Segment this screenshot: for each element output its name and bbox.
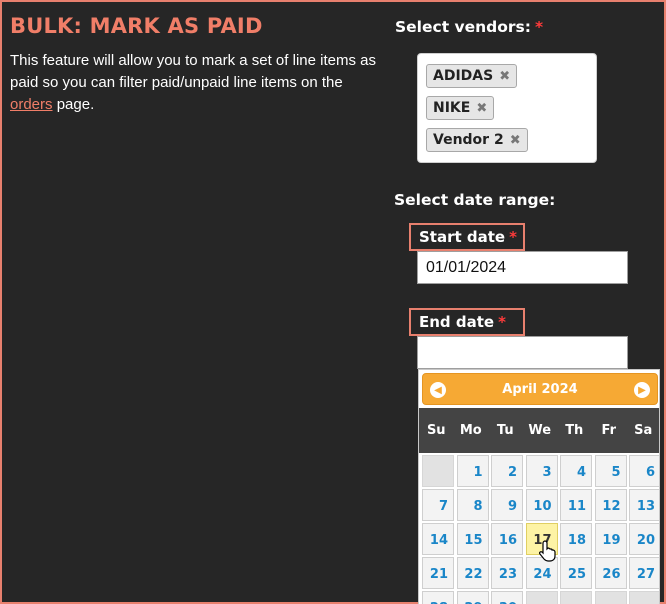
description-text-end: page. <box>52 96 95 113</box>
weekday-label: Mo <box>459 423 482 438</box>
feature-description: This feature will allow you to mark a se… <box>10 50 380 116</box>
end-date-input[interactable] <box>417 336 628 369</box>
vendor-chip-adidas: ADIDAS ✖ <box>426 64 518 88</box>
required-mark: * <box>534 18 544 36</box>
datepicker-header: ◀ April 2024 ▶ <box>422 373 658 405</box>
day-cell[interactable]: 6 <box>629 455 659 487</box>
datepicker: ◀ April 2024 ▶ Su Mo Tu We Th Fr Sa 1234… <box>418 369 660 604</box>
day-cell[interactable]: 22 <box>456 557 489 589</box>
day-cell[interactable]: 29 <box>456 591 489 604</box>
start-date-input[interactable]: 01/01/2024 <box>417 251 628 284</box>
day-cell[interactable]: 9 <box>491 489 523 521</box>
day-cell[interactable]: 12 <box>594 489 627 521</box>
day-cell[interactable]: 7 <box>422 489 454 521</box>
vendor-multiselect[interactable]: ADIDAS ✖ NIKE ✖ Vendor 2 ✖ <box>417 53 597 163</box>
day-cell[interactable]: 13 <box>629 489 659 521</box>
day-cell[interactable]: 1 <box>456 455 489 487</box>
orders-link[interactable]: orders <box>10 96 53 113</box>
end-date-label: End date * <box>409 308 525 336</box>
weekday-label: Fr <box>601 423 616 438</box>
day-cell[interactable]: 10 <box>525 489 558 521</box>
next-month-icon[interactable]: ▶ <box>634 382 650 398</box>
day-cell[interactable]: 5 <box>594 455 627 487</box>
day-cell-empty <box>525 591 558 604</box>
end-date-label-text: End date <box>419 313 495 331</box>
day-cell[interactable]: 23 <box>491 557 523 589</box>
day-cell[interactable]: 18 <box>560 523 592 555</box>
day-cell[interactable]: 30 <box>491 591 523 604</box>
day-cell[interactable]: 4 <box>560 455 592 487</box>
required-mark: * <box>498 313 506 331</box>
day-cell[interactable]: 11 <box>560 489 592 521</box>
day-cell[interactable]: 15 <box>456 523 489 555</box>
select-vendors-label: Select vendors: * <box>395 18 543 36</box>
weekday-label: Tu <box>496 423 514 438</box>
start-date-label-text: Start date <box>419 228 506 246</box>
day-cell-empty <box>594 591 627 604</box>
vendor-chip-label: ADIDAS <box>433 68 494 84</box>
select-vendors-label-text: Select vendors: <box>395 18 531 36</box>
day-cell-empty <box>422 455 454 487</box>
required-mark: * <box>509 228 517 246</box>
month-label: April 2024 <box>502 381 578 397</box>
weekday-label: We <box>528 423 552 438</box>
weekday-label: Th <box>565 423 584 438</box>
day-cell[interactable]: 27 <box>629 557 659 589</box>
select-date-range-label: Select date range: <box>394 191 556 209</box>
start-date-label: Start date * <box>409 223 525 251</box>
vendor-chip-vendor-2: Vendor 2 ✖ <box>426 128 528 152</box>
day-cell[interactable]: 19 <box>594 523 627 555</box>
day-cell[interactable]: 20 <box>629 523 659 555</box>
remove-chip-icon[interactable]: ✖ <box>510 133 521 148</box>
day-cell[interactable]: 14 <box>422 523 454 555</box>
weekday-label: Sa <box>634 423 653 438</box>
page-title: BULK: MARK AS PAID <box>10 14 263 38</box>
weekday-header: Su Mo Tu We Th Fr Sa <box>419 408 659 453</box>
weekday-label: Su <box>426 423 446 438</box>
day-cell[interactable]: 3 <box>525 455 558 487</box>
day-cell[interactable]: 2 <box>491 455 523 487</box>
description-text: This feature will allow you to mark a se… <box>10 52 376 91</box>
remove-chip-icon[interactable]: ✖ <box>499 69 510 84</box>
day-cell[interactable]: 21 <box>422 557 454 589</box>
vendor-chip-nike: NIKE ✖ <box>426 96 495 120</box>
day-cell[interactable]: 28 <box>422 591 454 604</box>
hand-cursor-icon <box>539 540 556 562</box>
prev-month-icon[interactable]: ◀ <box>430 382 446 398</box>
vendor-chip-label: Vendor 2 <box>433 132 504 148</box>
day-cell[interactable]: 25 <box>560 557 592 589</box>
day-cell[interactable]: 8 <box>456 489 489 521</box>
day-cell-empty <box>560 591 592 604</box>
remove-chip-icon[interactable]: ✖ <box>476 101 487 116</box>
day-cell[interactable]: 16 <box>491 523 523 555</box>
day-cell-empty <box>629 591 659 604</box>
vendor-chip-label: NIKE <box>433 100 471 116</box>
day-cell[interactable]: 26 <box>594 557 627 589</box>
